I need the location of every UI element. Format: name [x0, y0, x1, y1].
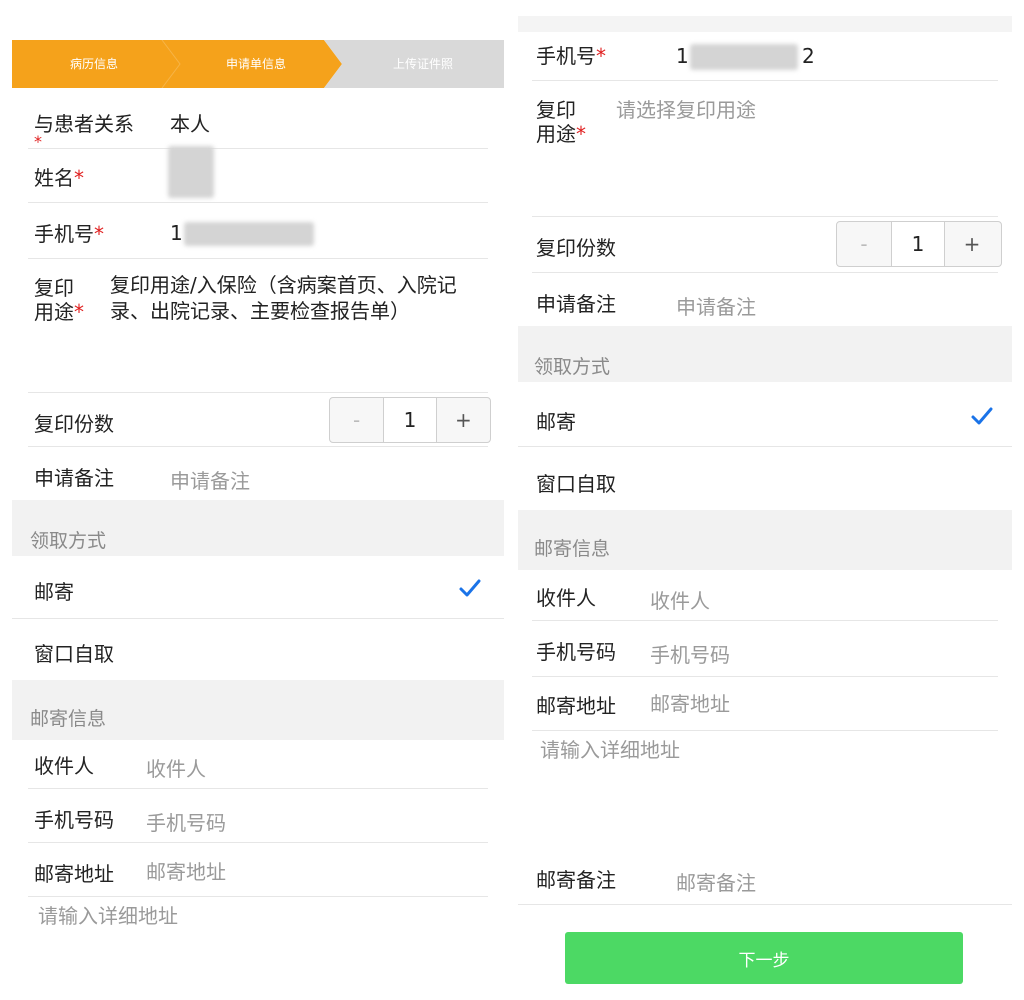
- divider: [28, 896, 488, 897]
- option-window-label[interactable]: 窗口自取: [34, 638, 114, 667]
- screen-separator: [504, 0, 518, 1000]
- divider: [28, 148, 488, 149]
- recipient-input[interactable]: 收件人: [146, 753, 206, 782]
- phone-value[interactable]: 1: [170, 221, 183, 245]
- divider: [532, 272, 998, 273]
- address-input[interactable]: 邮寄地址: [146, 856, 226, 885]
- divider: [12, 618, 504, 619]
- step-upload-id[interactable]: 上传证件照: [342, 40, 504, 88]
- mobile-label: 手机号码: [536, 640, 616, 664]
- remark-input[interactable]: 申请备注: [676, 291, 756, 320]
- divider: [518, 446, 1012, 447]
- mail-remark-label: 邮寄备注: [536, 868, 616, 892]
- next-step-button[interactable]: 下一步: [565, 932, 963, 984]
- divider: [28, 258, 488, 259]
- divider: [532, 730, 998, 731]
- divider: [28, 446, 488, 447]
- remark-label: 申请备注: [536, 292, 616, 316]
- right-screen: 手机号* 1 2 复印 用途* 请选择复印用途 复印份数 - 1 + 申请备注 …: [518, 16, 1012, 1000]
- purpose-select[interactable]: 请选择复印用途: [616, 94, 756, 123]
- mail-section-title: 邮寄信息: [30, 708, 107, 730]
- purpose-value[interactable]: 复印用途/入保险（含病案首页、入院记录、出院记录、主要检查报告单）: [110, 272, 496, 324]
- phone-value-redacted: [690, 44, 798, 70]
- divider: [28, 392, 488, 393]
- step-application-info[interactable]: 申请单信息: [176, 40, 336, 88]
- decrement-button[interactable]: -: [330, 398, 383, 442]
- phone-value-redacted: [184, 222, 314, 246]
- mobile-label: 手机号码: [34, 808, 114, 832]
- detail-address-input[interactable]: 请输入详细地址: [540, 734, 680, 763]
- recipient-label: 收件人: [34, 754, 94, 778]
- phone-label: 手机号*: [34, 222, 104, 246]
- divider: [28, 842, 488, 843]
- name-value-redacted[interactable]: [168, 146, 214, 198]
- recipient-input[interactable]: 收件人: [650, 585, 710, 614]
- increment-button[interactable]: +: [437, 398, 490, 442]
- divider: [532, 216, 998, 217]
- phone-label: 手机号*: [536, 44, 606, 68]
- mobile-input[interactable]: 手机号码: [146, 807, 226, 836]
- copies-label: 复印份数: [34, 412, 114, 436]
- divider: [532, 80, 998, 81]
- increment-button[interactable]: +: [945, 222, 999, 266]
- pickup-section-title: 领取方式: [534, 356, 611, 378]
- copies-label: 复印份数: [536, 236, 616, 260]
- mail-remark-input[interactable]: 邮寄备注: [676, 867, 756, 896]
- copies-stepper: - 1 +: [329, 397, 491, 443]
- name-label: 姓名*: [34, 166, 84, 190]
- progress-steps: 病历信息 申请单信息 上传证件照: [12, 40, 504, 88]
- divider: [28, 788, 488, 789]
- remark-input[interactable]: 申请备注: [170, 465, 250, 494]
- mail-section-title: 邮寄信息: [534, 538, 611, 560]
- option-window-label[interactable]: 窗口自取: [536, 468, 616, 497]
- copies-count[interactable]: 1: [891, 222, 945, 266]
- mobile-input[interactable]: 手机号码: [650, 639, 730, 668]
- phone-value-end: 2: [802, 44, 815, 68]
- address-label: 邮寄地址: [536, 694, 616, 718]
- purpose-label-line2: 用途*: [536, 122, 586, 146]
- divider: [532, 620, 998, 621]
- pickup-section-title: 领取方式: [30, 530, 107, 552]
- relation-value[interactable]: 本人: [170, 108, 210, 137]
- address-label: 邮寄地址: [34, 862, 114, 886]
- top-edge: [518, 16, 1012, 32]
- copies-count[interactable]: 1: [383, 398, 437, 442]
- checkmark-icon: [459, 579, 481, 597]
- remark-label: 申请备注: [34, 466, 114, 490]
- recipient-label: 收件人: [536, 586, 596, 610]
- detail-address-input[interactable]: 请输入详细地址: [38, 900, 178, 929]
- option-mail-label[interactable]: 邮寄: [34, 576, 74, 605]
- purpose-label-line2: 用途*: [34, 300, 84, 324]
- divider: [518, 904, 1012, 905]
- relation-label: 与患者关系: [34, 112, 134, 136]
- divider: [532, 676, 998, 677]
- option-mail-label[interactable]: 邮寄: [536, 406, 576, 435]
- phone-value[interactable]: 1: [676, 44, 689, 68]
- address-input[interactable]: 邮寄地址: [650, 688, 730, 717]
- decrement-button[interactable]: -: [837, 222, 891, 266]
- left-screen: 病历信息 申请单信息 上传证件照 与患者关系 * 本人 姓名* 手机号* 1 复…: [12, 16, 504, 1000]
- step-medical-info[interactable]: 病历信息: [12, 40, 176, 88]
- checkmark-icon: [971, 407, 993, 425]
- copies-stepper: - 1 +: [836, 221, 1002, 267]
- divider: [28, 202, 488, 203]
